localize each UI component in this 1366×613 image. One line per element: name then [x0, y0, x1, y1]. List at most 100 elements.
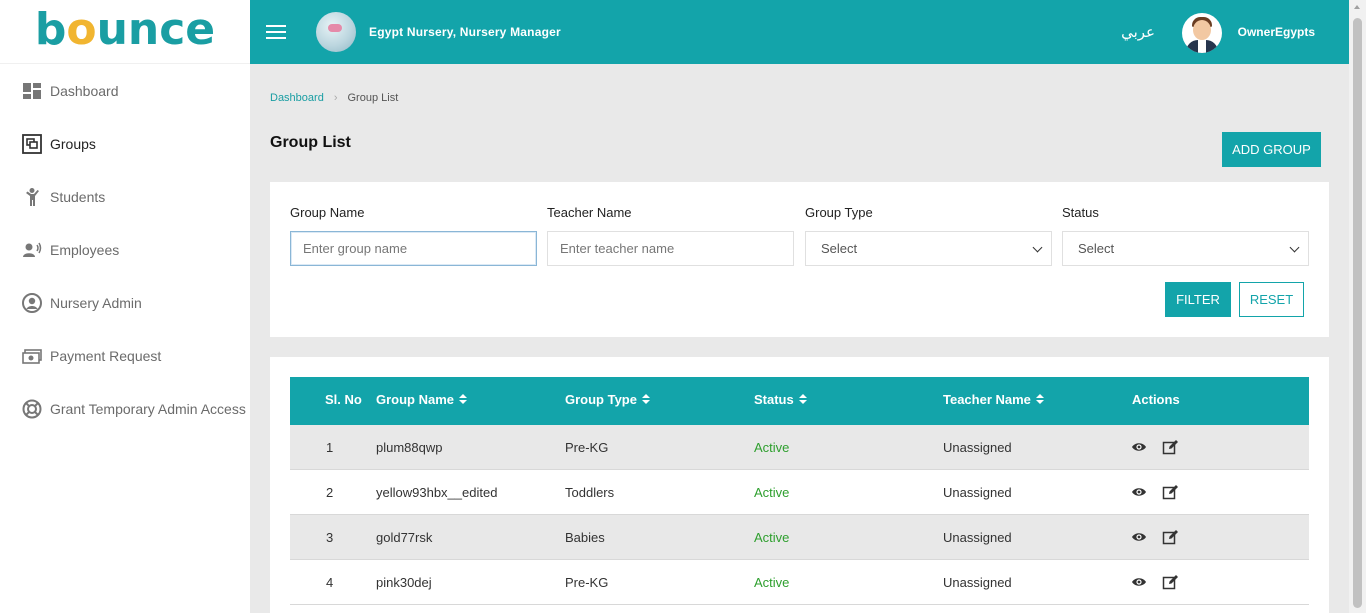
user-circle-icon [22, 292, 42, 313]
sidebar-item-students[interactable]: Students [0, 170, 250, 223]
money-icon [22, 346, 42, 366]
cell-group-type: Babies [565, 530, 605, 545]
cell-status: Active [754, 485, 790, 500]
edit-icon[interactable] [1162, 529, 1178, 545]
sidebar-item-label: Students [50, 188, 106, 205]
cell-sl-no: 2 [326, 485, 334, 500]
sidebar-item-label: Grant Temporary Admin Access [50, 400, 246, 417]
cell-teacher-name: Unassigned [943, 440, 1012, 455]
main-content: Dashboard › Group List Group List ADD GR… [250, 64, 1349, 613]
edit-icon[interactable] [1162, 574, 1178, 590]
view-eye-icon[interactable] [1131, 529, 1147, 545]
column-header-actions: Actions [1132, 392, 1180, 407]
group-name-label: Group Name [290, 205, 365, 220]
sidebar-item-payment-request[interactable]: Payment Request [0, 329, 250, 382]
column-header-group-name[interactable]: Group Name [376, 392, 468, 407]
cell-group-type: Pre-KG [565, 440, 609, 455]
status-label: Status [1062, 205, 1099, 220]
sidebar-item-groups[interactable]: Groups [0, 117, 250, 170]
bounce-logo[interactable]: bounce [35, 4, 215, 55]
cell-group-type: Pre-KG [565, 575, 609, 590]
sidebar-item-label: Dashboard [50, 82, 119, 99]
sidebar: bounce Dashboard Groups Students Employe… [0, 0, 250, 613]
student-icon [22, 187, 42, 207]
breadcrumb-current: Group List [347, 92, 399, 104]
group-name-input[interactable] [290, 231, 537, 266]
status-select[interactable]: Select [1062, 231, 1309, 266]
sidebar-item-dashboard[interactable]: Dashboard [0, 64, 250, 117]
cell-group-name: pink30dej [376, 575, 432, 590]
table-row: 1 plum88qwp Pre-KG Active Unassigned [290, 425, 1309, 470]
cell-teacher-name: Unassigned [943, 485, 1012, 500]
groups-icon [22, 133, 42, 154]
column-header-group-type[interactable]: Group Type [565, 392, 650, 407]
app-root: bounce Dashboard Groups Students Employe… [0, 0, 1366, 613]
employee-icon [22, 240, 42, 260]
filter-card: Group Name Teacher Name Group Type Selec… [270, 182, 1329, 337]
cell-sl-no: 4 [326, 575, 334, 590]
view-eye-icon[interactable] [1131, 484, 1147, 500]
page-title: Group List [270, 134, 351, 151]
page-scrollbar[interactable] [1349, 0, 1366, 613]
edit-icon[interactable] [1162, 439, 1178, 455]
nursery-title: Egypt Nursery, Nursery Manager [369, 25, 561, 39]
breadcrumb-dashboard-link[interactable]: Dashboard [270, 92, 324, 104]
add-group-button[interactable]: ADD GROUP [1222, 132, 1321, 167]
sidebar-item-label: Payment Request [50, 347, 162, 364]
chevron-down-icon [1289, 242, 1300, 253]
top-bar: Egypt Nursery, Nursery Manager عربي Owne… [250, 0, 1349, 64]
scrollbar-thumb[interactable] [1353, 18, 1362, 608]
table-row: 4 pink30dej Pre-KG Active Unassigned [290, 560, 1309, 605]
cell-teacher-name: Unassigned [943, 530, 1012, 545]
sidebar-item-grant-temporary-admin-access[interactable]: Grant Temporary Admin Access [0, 382, 250, 435]
cell-teacher-name: Unassigned [943, 575, 1012, 590]
sort-icon[interactable] [798, 394, 807, 405]
cell-status: Active [754, 575, 790, 590]
cell-sl-no: 1 [326, 440, 334, 455]
sidebar-item-nursery-admin[interactable]: Nursery Admin [0, 276, 250, 329]
dashboard-icon [22, 81, 42, 101]
scroll-up-arrow-icon[interactable] [1354, 5, 1360, 9]
breadcrumb: Dashboard › Group List [270, 92, 398, 104]
teacher-name-label: Teacher Name [547, 205, 632, 220]
lifebuoy-icon [22, 399, 42, 419]
cell-sl-no: 3 [326, 530, 334, 545]
column-header-status[interactable]: Status [754, 392, 807, 407]
cell-group-name: plum88qwp [376, 440, 443, 455]
cell-group-type: Toddlers [565, 485, 615, 500]
nursery-avatar [316, 12, 356, 52]
table-row: 3 gold77rsk Babies Active Unassigned [290, 515, 1309, 560]
user-name[interactable]: OwnerEgypts [1238, 25, 1315, 39]
view-eye-icon[interactable] [1131, 439, 1147, 455]
reset-button[interactable]: RESET [1239, 282, 1304, 317]
view-eye-icon[interactable] [1131, 574, 1147, 590]
language-toggle[interactable]: عربي [1121, 23, 1155, 41]
filter-button[interactable]: FILTER [1165, 282, 1231, 317]
chevron-right-icon: › [333, 92, 338, 104]
chevron-down-icon [1032, 242, 1043, 253]
group-type-select[interactable]: Select [805, 231, 1052, 266]
edit-icon[interactable] [1162, 484, 1178, 500]
sort-icon[interactable] [1035, 394, 1044, 405]
status-select-value: Select [1078, 241, 1115, 256]
teacher-name-input[interactable] [547, 231, 794, 266]
sidebar-item-employees[interactable]: Employees [0, 223, 250, 276]
group-table-card: Sl. No Group Name Group Type Status Teac… [270, 357, 1329, 613]
group-type-label: Group Type [805, 205, 873, 220]
column-header-teacher-name[interactable]: Teacher Name [943, 392, 1044, 407]
sidebar-item-label: Groups [50, 135, 96, 152]
cell-status: Active [754, 440, 790, 455]
sidebar-nav: Dashboard Groups Students Employees Nurs… [0, 64, 250, 435]
sidebar-item-label: Nursery Admin [50, 294, 142, 311]
sort-icon[interactable] [459, 394, 468, 405]
cell-group-name: gold77rsk [376, 530, 433, 545]
sort-icon[interactable] [641, 394, 650, 405]
logo-area[interactable]: bounce [0, 0, 250, 64]
group-type-select-value: Select [821, 241, 858, 256]
table-header: Sl. No Group Name Group Type Status Teac… [290, 377, 1309, 425]
cell-group-name: yellow93hbx__edited [376, 485, 498, 500]
user-avatar[interactable] [1182, 13, 1222, 53]
table-row: 2 yellow93hbx__edited Toddlers Active Un… [290, 470, 1309, 515]
cell-status: Active [754, 530, 790, 545]
hamburger-menu-icon[interactable] [266, 21, 286, 43]
